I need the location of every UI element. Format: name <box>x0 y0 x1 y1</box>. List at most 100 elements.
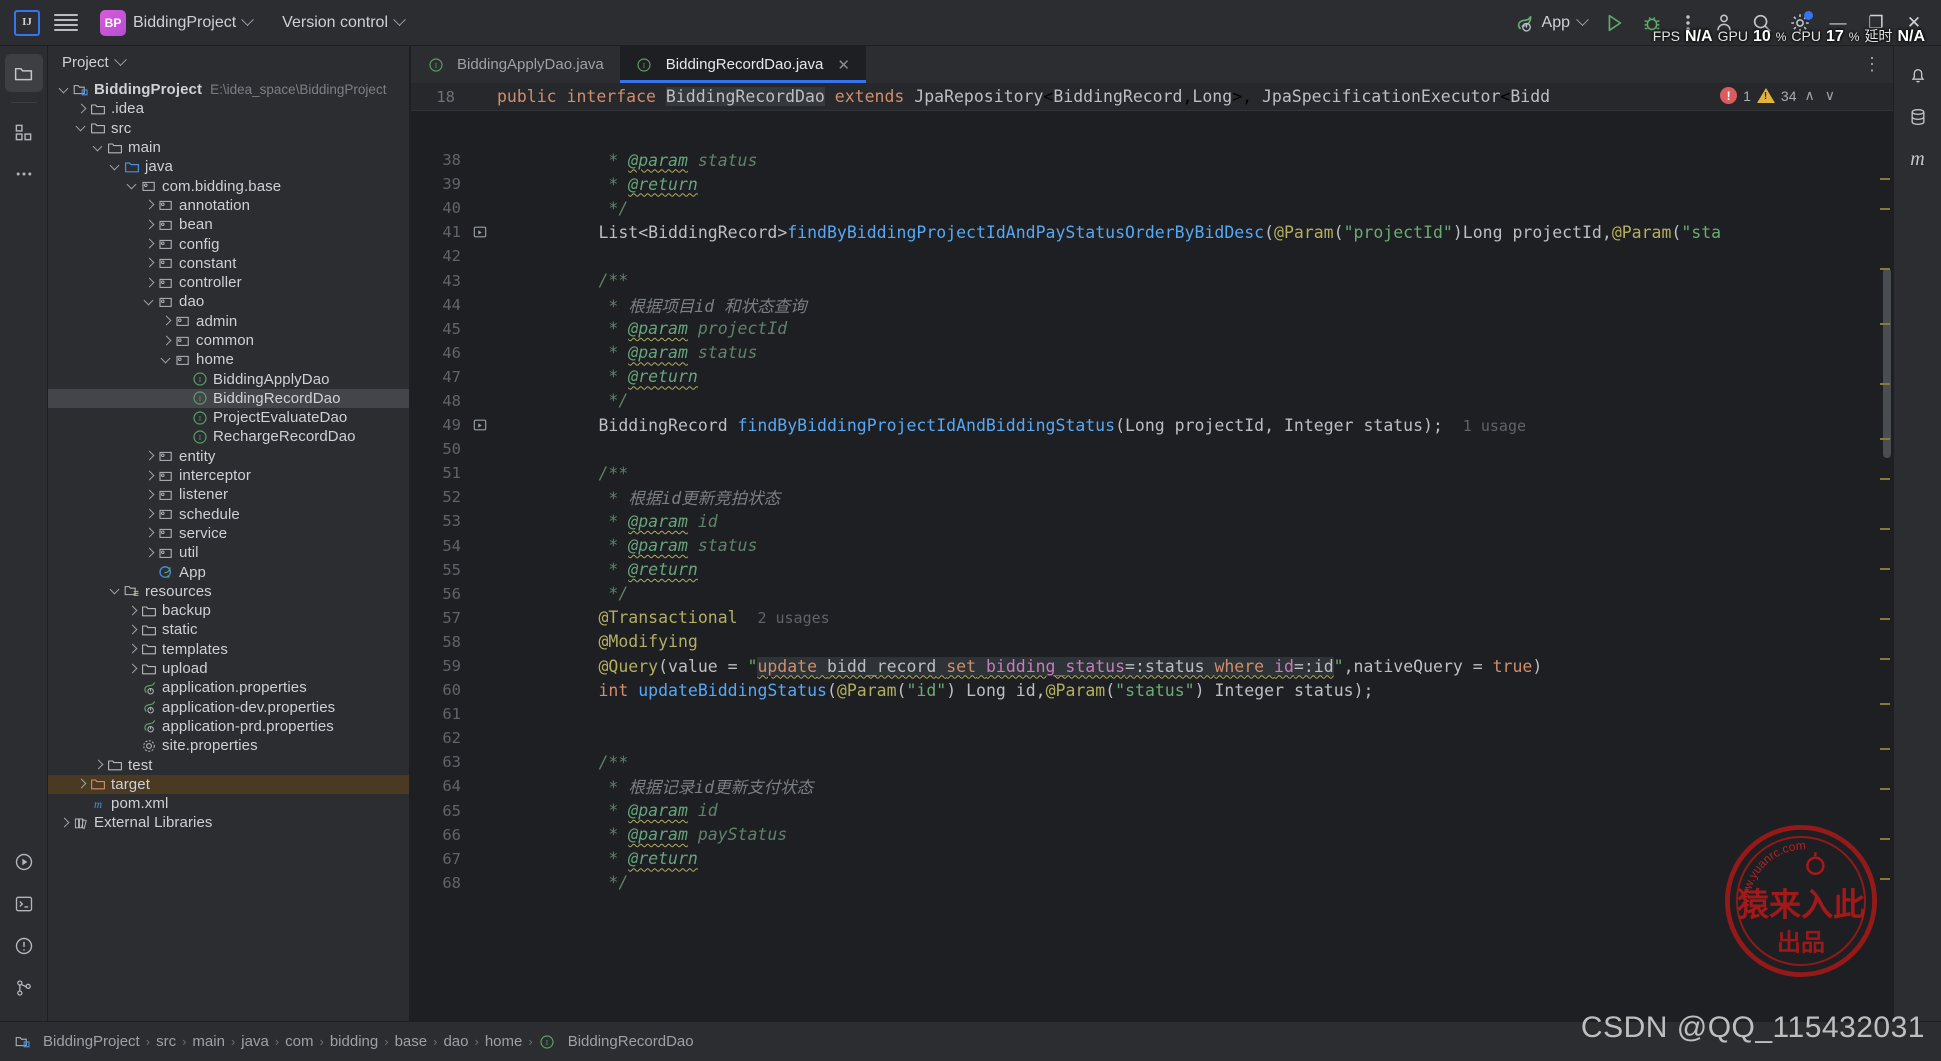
tree-node-biddingapplydao[interactable]: I BiddingApplyDao <box>48 369 409 388</box>
vertical-scrollbar[interactable] <box>1883 268 1891 458</box>
inspection-mark[interactable] <box>1880 703 1890 705</box>
code-line[interactable]: 38 * @param status <box>411 148 1893 172</box>
line-number[interactable]: 43 <box>411 272 469 290</box>
inspection-mark[interactable] <box>1880 748 1890 750</box>
line-number[interactable]: 57 <box>411 609 469 627</box>
maven-tool-window-button[interactable]: m <box>1899 140 1937 178</box>
line-number[interactable]: 59 <box>411 657 469 675</box>
tree-node-bean[interactable]: bean <box>48 215 409 234</box>
chevron-right-icon[interactable] <box>143 237 157 251</box>
run-configuration-selector[interactable]: App <box>1514 13 1589 33</box>
code-line[interactable]: 42 <box>411 244 1893 268</box>
editor-tab-biddingapplydao-java[interactable]: I BiddingApplyDao.java <box>411 46 620 83</box>
line-number[interactable]: 65 <box>411 802 469 820</box>
version-control-menu[interactable]: Version control <box>274 10 412 36</box>
tree-node-static[interactable]: static <box>48 620 409 639</box>
tree-node-upload[interactable]: upload <box>48 659 409 678</box>
project-panel-header[interactable]: Project <box>48 46 409 78</box>
inspection-mark[interactable] <box>1880 438 1890 440</box>
tree-node-admin[interactable]: admin <box>48 312 409 331</box>
code-line[interactable]: 54 * @param status <box>411 534 1893 558</box>
tree-node-application-dev-properties[interactable]: application-dev.properties <box>48 698 409 717</box>
breadcrumb-item-home[interactable]: home <box>485 1033 523 1050</box>
line-number[interactable]: 46 <box>411 344 469 362</box>
line-number[interactable]: 44 <box>411 296 469 314</box>
inspection-widget[interactable]: ! 1 34 ∧ ∨ <box>1720 87 1837 104</box>
editor-options-icon[interactable]: ⋮ <box>1851 46 1893 83</box>
line-number[interactable]: 49 <box>411 416 469 434</box>
tree-node-schedule[interactable]: schedule <box>48 505 409 524</box>
code-line[interactable]: 39 * @return <box>411 172 1893 196</box>
code-line[interactable]: 50 <box>411 437 1893 461</box>
tree-node-main[interactable]: main <box>48 138 409 157</box>
tree-node-application-properties[interactable]: application.properties <box>48 678 409 697</box>
inspection-mark[interactable] <box>1880 383 1890 385</box>
line-number[interactable]: 38 <box>411 151 469 169</box>
inspection-mark[interactable] <box>1880 878 1890 880</box>
more-tool-windows-button[interactable] <box>5 155 43 193</box>
code-line[interactable]: 51 /** <box>411 461 1893 485</box>
editor-right-gutter[interactable] <box>1877 148 1893 1021</box>
line-number[interactable]: 39 <box>411 175 469 193</box>
database-tool-window-button[interactable] <box>1899 98 1937 136</box>
tree-node-service[interactable]: service <box>48 524 409 543</box>
tree-node-entity[interactable]: entity <box>48 447 409 466</box>
chevron-down-icon[interactable] <box>126 179 140 193</box>
chevron-right-icon[interactable] <box>160 314 174 328</box>
line-number[interactable]: 52 <box>411 488 469 506</box>
chevron-down-icon[interactable] <box>92 141 106 155</box>
breadcrumb-item-bidding[interactable]: bidding <box>330 1033 378 1050</box>
code-line[interactable]: 43 /** <box>411 268 1893 292</box>
tree-node-home[interactable]: home <box>48 350 409 369</box>
code-line[interactable]: 58 @Modifying <box>411 630 1893 654</box>
chevron-right-icon[interactable] <box>126 604 140 618</box>
tree-node-config[interactable]: config <box>48 234 409 253</box>
line-number[interactable]: 60 <box>411 681 469 699</box>
tree-node-rechargerecorddao[interactable]: I RechargeRecordDao <box>48 427 409 446</box>
hamburger-menu-icon[interactable] <box>54 13 78 32</box>
line-number[interactable]: 41 <box>411 223 469 241</box>
line-number[interactable]: 51 <box>411 464 469 482</box>
code-line[interactable]: 47 * @return <box>411 365 1893 389</box>
problems-tool-window-button[interactable] <box>5 927 43 965</box>
breadcrumb-item-base[interactable]: base <box>395 1033 428 1050</box>
tree-node-dao[interactable]: dao <box>48 292 409 311</box>
code-line[interactable]: 45 * @param projectId <box>411 317 1893 341</box>
line-number[interactable]: 42 <box>411 247 469 265</box>
tree-node-com-bidding-base[interactable]: com.bidding.base <box>48 176 409 195</box>
chevron-right-icon[interactable] <box>143 546 157 560</box>
chevron-right-icon[interactable] <box>126 662 140 676</box>
code-line[interactable]: 41 List<BiddingRecord>findByBiddingProje… <box>411 220 1893 244</box>
tree-node-templates[interactable]: templates <box>48 640 409 659</box>
line-number[interactable]: 66 <box>411 826 469 844</box>
code-line[interactable]: 46 * @param status <box>411 341 1893 365</box>
version-control-tool-window-button[interactable] <box>5 969 43 1007</box>
line-number[interactable]: 54 <box>411 537 469 555</box>
code-line[interactable]: 66 * @param payStatus <box>411 823 1893 847</box>
line-number[interactable]: 56 <box>411 585 469 603</box>
tree-node-test[interactable]: test <box>48 755 409 774</box>
line-number[interactable]: 55 <box>411 561 469 579</box>
tree-node-biddingrecorddao[interactable]: I BiddingRecordDao <box>48 388 409 409</box>
chevron-right-icon[interactable] <box>143 276 157 290</box>
breadcrumb-item-biddingrecorddao[interactable]: I BiddingRecordDao <box>539 1033 694 1050</box>
tree-node-pom-xml[interactable]: m pom.xml <box>48 794 409 813</box>
tree-node-src[interactable]: src <box>48 119 409 138</box>
code-line[interactable]: 40 */ <box>411 196 1893 220</box>
tree-node-target[interactable]: target <box>48 774 409 794</box>
editor-tab-biddingrecorddao-java[interactable]: I BiddingRecordDao.java ✕ <box>619 46 867 83</box>
code-line[interactable]: 56 */ <box>411 582 1893 606</box>
chevron-right-icon[interactable] <box>58 816 72 830</box>
line-number[interactable]: 58 <box>411 633 469 651</box>
chevron-right-icon[interactable] <box>75 102 89 116</box>
tree-node-util[interactable]: util <box>48 543 409 562</box>
chevron-down-icon[interactable] <box>58 83 72 97</box>
tree-node--idea[interactable]: .idea <box>48 99 409 118</box>
tree-node-controller[interactable]: controller <box>48 273 409 292</box>
code-line[interactable]: 57 @Transactional 2 usages <box>411 606 1893 630</box>
inspection-mark[interactable] <box>1880 838 1890 840</box>
tree-node-application-prd-properties[interactable]: application-prd.properties <box>48 717 409 736</box>
tree-node-interceptor[interactable]: interceptor <box>48 466 409 485</box>
chevron-right-icon[interactable] <box>143 469 157 483</box>
project-tree[interactable]: BiddingProject E:\idea_space\BiddingProje… <box>48 80 409 1021</box>
